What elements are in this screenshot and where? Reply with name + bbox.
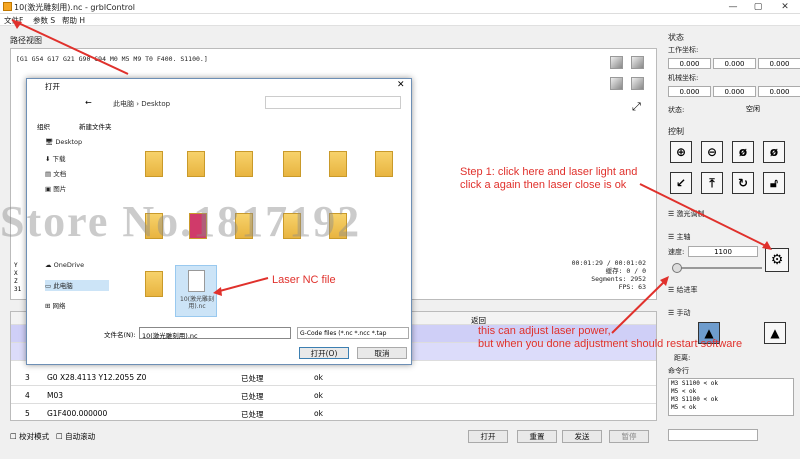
annotation-step1: Step 1: click here and laser light and c…: [460, 166, 638, 191]
annotation-laser-nc: Laser NC file: [272, 274, 336, 286]
annotation-power: this can adjust laser power, but when yo…: [478, 325, 743, 350]
annotation-arrows: [11, 19, 772, 334]
